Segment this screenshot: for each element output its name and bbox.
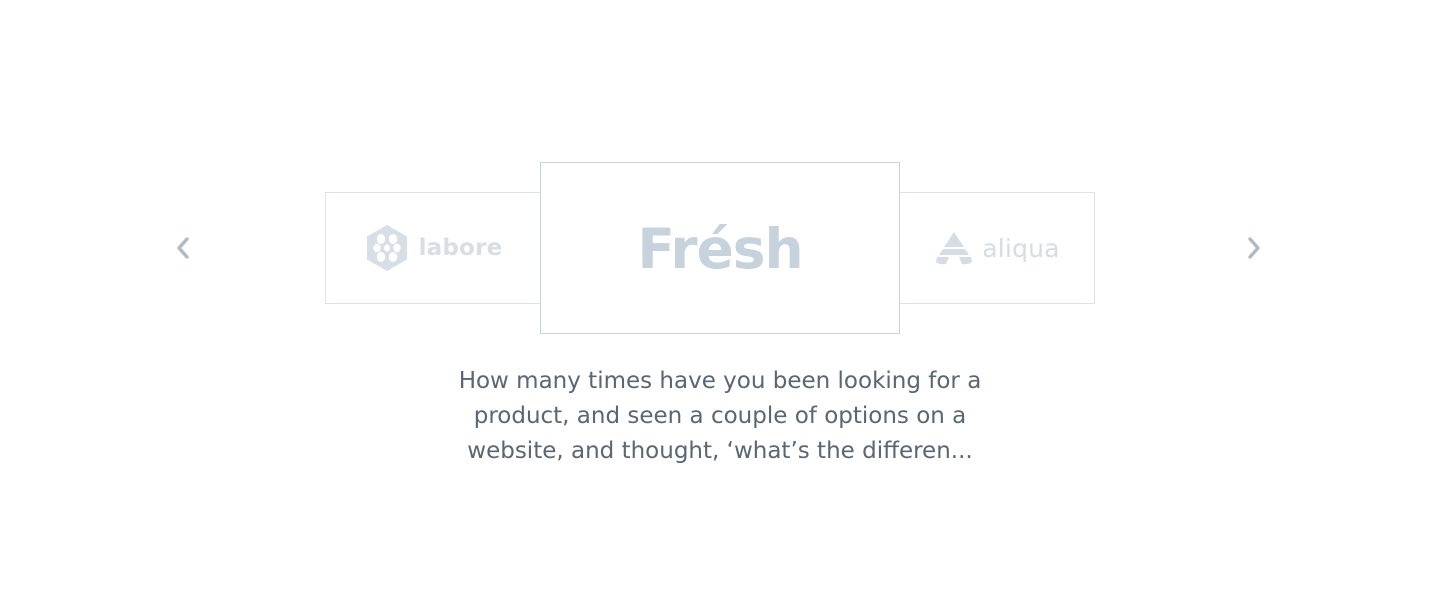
labore-logo: labore: [364, 223, 503, 273]
triangle-stripes-logo-icon: [936, 232, 973, 265]
fresh-logo-text: Frésh: [637, 216, 803, 281]
carousel-next-button[interactable]: [1237, 231, 1271, 265]
logo-card-labore[interactable]: labore: [325, 192, 541, 304]
aliqua-logo: aliqua: [934, 231, 1060, 265]
aliqua-logo-text: aliqua: [982, 233, 1060, 263]
labore-logo-text: labore: [418, 235, 503, 261]
carousel-prev-button[interactable]: [166, 231, 200, 265]
chevron-right-icon: [1248, 237, 1260, 259]
hexagon-logo-icon: [366, 225, 407, 271]
fresh-logo: Frésh: [637, 216, 803, 281]
logo-carousel: labore aliqua Frésh How many times have …: [0, 0, 1440, 602]
logo-card-fresh-active[interactable]: Frésh: [540, 162, 900, 334]
testimonial-text: How many times have you been looking for…: [458, 368, 982, 464]
logo-card-aliqua[interactable]: aliqua: [899, 192, 1095, 304]
chevron-left-icon: [177, 237, 189, 259]
